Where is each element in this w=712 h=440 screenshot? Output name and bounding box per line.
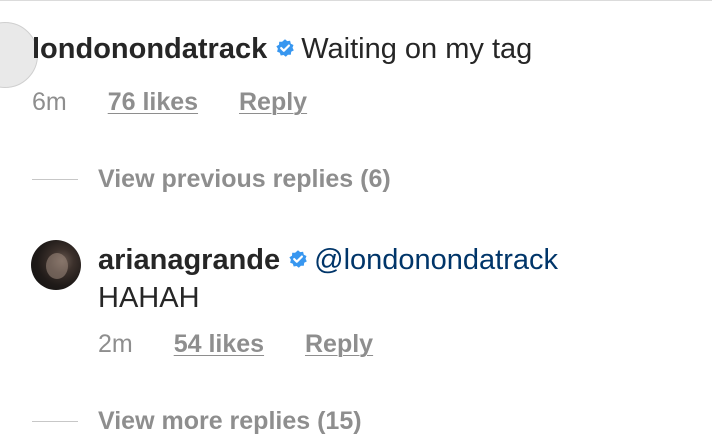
reply-timestamp: 2m xyxy=(98,330,133,358)
comment-likes-link[interactable]: 76 likes xyxy=(108,87,198,117)
replies-divider-bottom xyxy=(32,421,78,422)
comment-text: Waiting on my tag xyxy=(301,33,533,65)
reply-text: HAHAH xyxy=(98,282,200,314)
reply-row: arianagrande @londonondatrack xyxy=(98,241,558,279)
comment-timestamp: 6m xyxy=(32,88,67,116)
comment-meta: 6m 76 likes Reply xyxy=(32,87,307,117)
top-divider xyxy=(0,0,712,1)
reply-mention-link[interactable]: @londonondatrack xyxy=(314,244,558,276)
comment-username[interactable]: londonondatrack xyxy=(32,33,267,65)
reply-meta: 2m 54 likes Reply xyxy=(98,329,373,359)
reply-avatar[interactable] xyxy=(31,240,81,290)
comment-reply-button[interactable]: Reply xyxy=(239,87,307,117)
reply-likes-link[interactable]: 54 likes xyxy=(174,329,264,359)
view-more-replies-link[interactable]: View more replies (15) xyxy=(98,406,362,436)
replies-divider-top xyxy=(32,179,78,180)
verified-badge-icon xyxy=(276,39,295,57)
view-previous-replies-link[interactable]: View previous replies (6) xyxy=(98,164,391,194)
comment-row: londonondatrack Waiting on my tag xyxy=(32,30,532,68)
reply-username[interactable]: arianagrande xyxy=(98,244,280,276)
reply-reply-button[interactable]: Reply xyxy=(305,329,373,359)
verified-badge-icon xyxy=(289,250,307,268)
